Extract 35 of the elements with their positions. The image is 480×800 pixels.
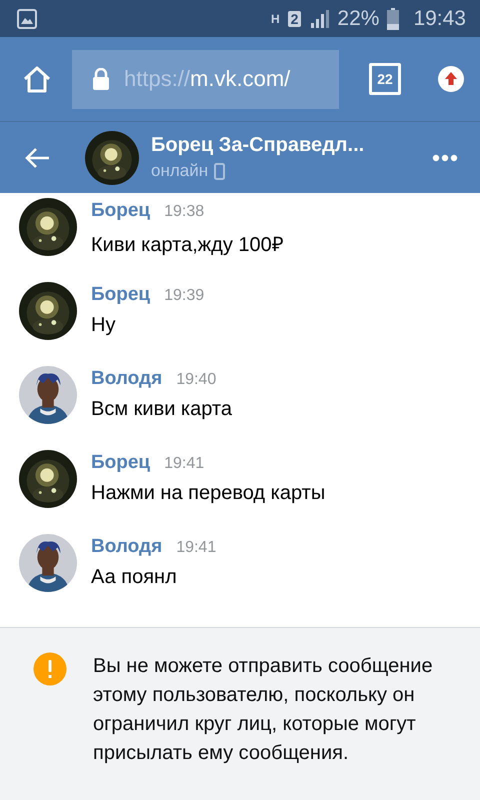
- warning-icon: [33, 652, 67, 686]
- phone-icon: [214, 162, 226, 180]
- home-icon[interactable]: [22, 65, 52, 93]
- battery-percent: 22%: [337, 6, 380, 30]
- message-time: 19:41: [164, 455, 204, 473]
- sender-name[interactable]: Борец: [91, 200, 150, 222]
- sim-indicator: 2: [288, 10, 302, 26]
- chat-title: Борец За-Справедл...: [151, 134, 366, 157]
- clock: 19:43: [413, 6, 466, 30]
- message-time: 19:40: [176, 371, 216, 389]
- back-arrow-icon[interactable]: [24, 146, 50, 168]
- lock-icon: [92, 68, 110, 90]
- sender-name[interactable]: Володя: [91, 368, 162, 390]
- message-time: 19:38: [164, 203, 204, 221]
- sender-name[interactable]: Володя: [91, 536, 162, 558]
- url-host: m.vk.com/: [190, 66, 290, 91]
- sender-name[interactable]: Борец: [91, 284, 150, 306]
- online-status: онлайн: [151, 161, 208, 181]
- message-text: Ну: [91, 314, 116, 337]
- message-text: Всм киви карта: [91, 398, 232, 421]
- network-indicator: H: [270, 12, 280, 26]
- message-text: Нажми на перевод карты: [91, 482, 326, 505]
- message-text: Киви карта,жду 100₽: [91, 233, 284, 257]
- more-icon[interactable]: [432, 154, 458, 162]
- battery-icon: [387, 8, 400, 30]
- address-field[interactable]: https://m.vk.com/: [72, 50, 339, 108]
- url-scheme: https://: [124, 66, 190, 91]
- message-time: 19:39: [164, 287, 204, 305]
- message-time: 19:41: [176, 539, 216, 557]
- message-text: Аа поянл: [91, 566, 178, 589]
- image-icon: [17, 8, 37, 28]
- tab-count-button[interactable]: 22: [369, 63, 401, 95]
- notice-text: Вы не можете отправить сообщение этому пользователю, поскольку он ограничил круг лиц, которые могут присылать ему сообщения.: [93, 654, 434, 766]
- signal-icon: [309, 8, 330, 28]
- sender-name[interactable]: Борец: [91, 452, 150, 474]
